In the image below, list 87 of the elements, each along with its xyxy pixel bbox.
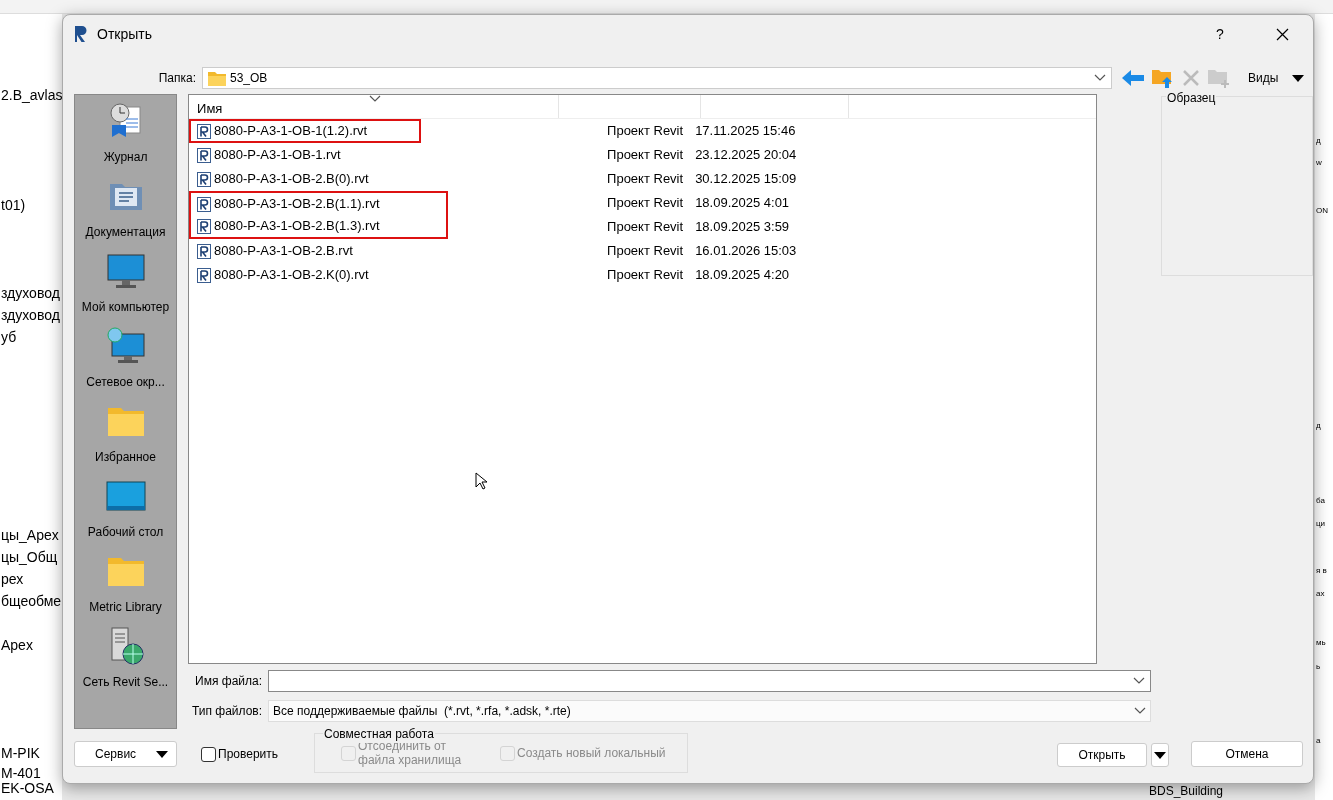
new-folder-icon[interactable] bbox=[1208, 68, 1230, 88]
browser-item-fragment: BDS_Building bbox=[1148, 785, 1225, 798]
file-date-cell-text: 17.11.2025 15:46 bbox=[695, 122, 796, 141]
file-date-cell-text: 30.12.2025 15:09 bbox=[695, 170, 797, 189]
column-header[interactable]: Имя bbox=[189, 95, 560, 118]
place-item[interactable]: Мой компьютер bbox=[81, 251, 170, 326]
file-date-cell-text: 23.12.2025 20:04 bbox=[695, 146, 797, 165]
file-name-cell[interactable]: 8080-P-A3-1-OB-1(1.2).rvt bbox=[189, 119, 422, 143]
place-item[interactable]: Сетевое окр... bbox=[86, 326, 165, 401]
file-type-label: Тип файлов: bbox=[190, 703, 264, 720]
revit-file-icon bbox=[197, 123, 212, 139]
file-type-cell-text: Проект Revit bbox=[607, 218, 684, 237]
folder-value: 53_OB bbox=[230, 70, 269, 87]
file-name-cell[interactable]: 8080-P-A3-1-OB-2.B(1.3).rvt bbox=[189, 215, 449, 239]
revit-logo-icon bbox=[73, 25, 89, 43]
property-fragment: д bbox=[1315, 136, 1322, 146]
revit-file-icon bbox=[197, 196, 212, 212]
browser-item-fragment: M-PIK bbox=[0, 748, 41, 758]
file-type-combobox[interactable]: Все поддерживаемые файлы (*.rvt, *.rfa, *.adsk, *.rte) bbox=[268, 700, 1152, 722]
file-type-cell-text: Проект Revit bbox=[607, 170, 684, 189]
property-fragment: ах bbox=[1315, 589, 1326, 599]
file-date-cell-text: 18.09.2025 3:59 bbox=[695, 218, 790, 237]
dropdown-arrow-icon bbox=[1292, 74, 1305, 82]
worksharing-label: Совместная работа bbox=[323, 725, 435, 743]
folder-label: Папка: bbox=[157, 70, 197, 87]
verify-option[interactable]: Проверить bbox=[201, 741, 278, 767]
file-date-cell-text: 18.09.2025 4:01 bbox=[695, 194, 790, 213]
property-fragment: я в bbox=[1315, 566, 1328, 576]
property-fragment: а bbox=[1315, 736, 1322, 746]
place-item[interactable]: Сеть Revit Se... bbox=[82, 626, 169, 701]
preview-label: Образец bbox=[1166, 89, 1217, 107]
folder-combobox[interactable]: 53_OB bbox=[202, 67, 1112, 89]
delete-icon[interactable] bbox=[1182, 69, 1200, 87]
chevron-down-icon bbox=[1134, 707, 1147, 715]
place-item[interactable]: Избранное bbox=[95, 401, 156, 476]
file-type-cell-text: Проект Revit bbox=[607, 122, 684, 141]
cancel-button[interactable]: Отмена bbox=[1191, 741, 1303, 767]
property-fragment: мь bbox=[1315, 638, 1327, 648]
mouse-cursor-icon bbox=[475, 472, 487, 490]
revit-file-icon bbox=[197, 218, 212, 234]
open-button[interactable]: Открыть bbox=[1057, 743, 1147, 767]
property-fragment: ь bbox=[1315, 662, 1322, 672]
property-fragment: ба bbox=[1315, 496, 1326, 506]
open-options-button[interactable] bbox=[1151, 743, 1169, 767]
folder-up-icon[interactable] bbox=[1152, 68, 1174, 88]
network-monitor-icon bbox=[105, 326, 146, 366]
file-type-cell-text: Проект Revit bbox=[607, 146, 684, 165]
monitor-icon bbox=[105, 251, 146, 291]
browser-item-fragment: EK-OSA bbox=[0, 783, 55, 793]
property-fragment: д bbox=[1315, 421, 1322, 431]
file-date-cell-text: 16.01.2026 15:03 bbox=[695, 242, 797, 261]
views-dropdown[interactable]: Виды bbox=[1248, 69, 1305, 87]
file-name-cell[interactable]: 8080-P-A3-1-OB-2.K(0).rvt bbox=[189, 263, 449, 287]
place-item[interactable]: Metric Library bbox=[89, 551, 162, 626]
place-item[interactable]: Документация bbox=[85, 176, 166, 251]
file-name-combobox[interactable] bbox=[268, 670, 1152, 692]
checkbox[interactable] bbox=[201, 746, 216, 762]
property-fragment: ци bbox=[1315, 519, 1327, 529]
folder-icon bbox=[208, 70, 226, 86]
dropdown-arrow-icon bbox=[156, 750, 168, 758]
file-name-cell[interactable]: 8080-P-A3-1-OB-2.B(0).rvt bbox=[189, 167, 449, 191]
dialog-title: Открыть bbox=[97, 24, 152, 44]
browser-item-fragment: M-401 bbox=[0, 768, 42, 778]
property-fragment: ON bbox=[1315, 206, 1329, 216]
help-button[interactable]: ? bbox=[1205, 23, 1235, 45]
chevron-down-icon bbox=[1094, 74, 1106, 82]
chevron-down-icon bbox=[1133, 677, 1146, 685]
service-button[interactable]: Сервис bbox=[74, 741, 177, 767]
back-arrow-icon[interactable] bbox=[1122, 70, 1144, 86]
file-name-label: Имя файла: bbox=[194, 673, 264, 690]
file-name-cell[interactable]: 8080-P-A3-1-OB-2.B(1.1).rvt bbox=[189, 191, 449, 215]
file-name-cell[interactable]: 8080-P-A3-1-OB-2.B.rvt bbox=[189, 239, 449, 263]
file-name-cell[interactable]: 8080-P-A3-1-OB-1.rvt bbox=[189, 143, 449, 167]
revit-file-icon bbox=[197, 171, 212, 187]
file-type-cell-text: Проект Revit bbox=[607, 242, 684, 261]
revit-file-icon bbox=[197, 147, 212, 163]
place-item[interactable]: Журнал bbox=[103, 101, 148, 176]
sort-icon bbox=[369, 95, 382, 103]
dropdown-arrow-icon bbox=[1154, 751, 1166, 759]
file-date-cell-text: 18.09.2025 4:20 bbox=[695, 266, 790, 285]
close-icon bbox=[1275, 27, 1289, 41]
revit-file-icon bbox=[197, 267, 212, 283]
file-type-cell-text: Проект Revit bbox=[607, 266, 684, 285]
file-type-cell-text: Проект Revit bbox=[607, 194, 684, 213]
property-fragment: w bbox=[1315, 158, 1323, 168]
revit-file-icon bbox=[197, 243, 212, 259]
place-item[interactable]: Рабочий стол bbox=[87, 476, 164, 551]
